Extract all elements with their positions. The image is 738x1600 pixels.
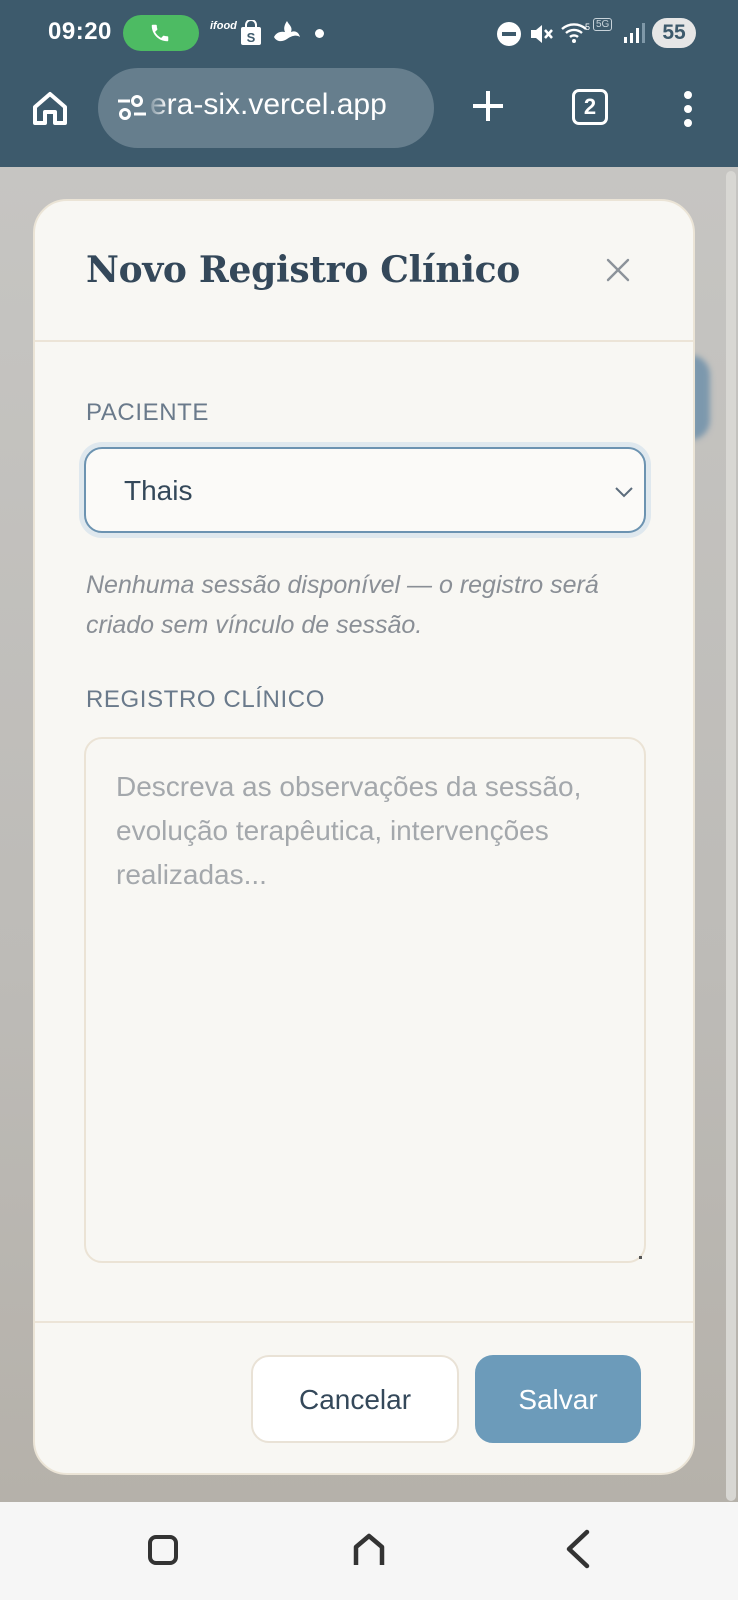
signal-icon <box>624 23 645 43</box>
status-time: 09:20 <box>48 18 112 45</box>
back-icon[interactable] <box>563 1529 591 1569</box>
clinical-record-textarea[interactable]: Descreva as observações da sessão, evolu… <box>84 737 646 1263</box>
home-icon[interactable] <box>30 88 70 128</box>
svg-text:5: 5 <box>585 22 590 32</box>
more-vert-icon[interactable] <box>682 90 694 128</box>
ongoing-call-pill[interactable] <box>123 15 199 51</box>
url-text[interactable]: era-six.vercel.app <box>150 88 387 122</box>
url-fade <box>146 68 168 148</box>
modal-title: Novo Registro Clínico <box>86 249 520 291</box>
battery-indicator: 55 <box>652 18 696 48</box>
phone-icon <box>151 24 169 42</box>
browser-toolbar: era-six.vercel.app 2 <box>0 68 738 167</box>
shopping-bag-icon: S <box>241 20 261 45</box>
new-record-modal: Novo Registro Clínico PACIENTE Thais Nen… <box>33 199 695 1475</box>
status-bar: 09:20 ifood S 5 5G 55 <box>0 0 738 68</box>
chevron-down-icon <box>615 487 633 498</box>
dnd-icon <box>497 22 521 46</box>
santander-icon <box>274 21 300 42</box>
plus-icon[interactable] <box>470 88 506 124</box>
recents-icon[interactable] <box>147 1534 179 1566</box>
nav-home-icon[interactable] <box>352 1532 386 1568</box>
footer-divider <box>35 1321 693 1323</box>
tab-switcher-button[interactable]: 2 <box>572 89 608 125</box>
site-settings-icon[interactable] <box>116 93 148 123</box>
ifood-notification-icon: ifood <box>210 20 237 32</box>
patient-label: PACIENTE <box>86 399 210 426</box>
svg-text:S: S <box>247 30 256 45</box>
network-type-badge: 5G <box>593 18 613 31</box>
cancel-button[interactable]: Cancelar <box>251 1355 459 1443</box>
address-bar[interactable]: era-six.vercel.app <box>98 68 434 148</box>
patient-select[interactable]: Thais <box>84 447 646 533</box>
patient-select-value: Thais <box>124 475 193 506</box>
no-session-hint: Nenhuma sessão disponível — o registro s… <box>86 571 599 639</box>
header-divider <box>35 340 693 342</box>
wifi-icon: 5 <box>561 22 590 43</box>
system-nav-bar <box>0 1502 738 1600</box>
resize-handle[interactable] <box>639 1256 642 1259</box>
close-icon[interactable] <box>605 257 631 283</box>
mute-icon <box>531 25 553 43</box>
textarea-placeholder: Descreva as observações da sessão, evolu… <box>116 771 582 890</box>
notification-dot <box>315 29 324 38</box>
save-button[interactable]: Salvar <box>475 1355 641 1443</box>
clinical-record-label: REGISTRO CLÍNICO <box>86 686 325 713</box>
page-scrollbar[interactable] <box>726 171 736 1501</box>
